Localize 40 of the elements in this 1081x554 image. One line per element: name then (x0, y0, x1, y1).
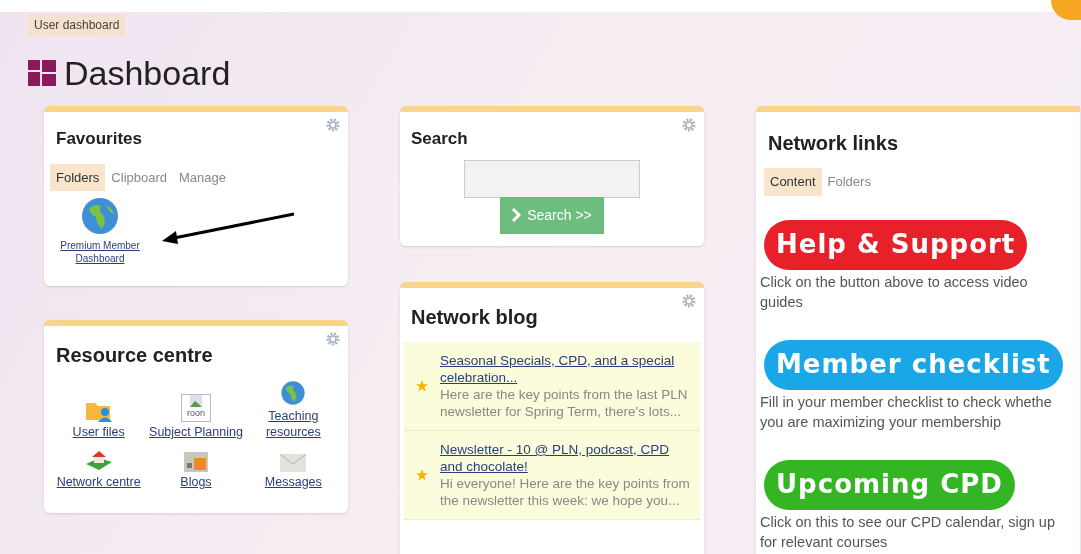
settings-icon[interactable] (682, 294, 696, 308)
breadcrumb-label: User dashboard (28, 14, 126, 36)
resource-link[interactable]: Blogs (180, 474, 212, 490)
folder-user-icon (84, 400, 113, 422)
alt-text: roon (186, 407, 205, 419)
globe-icon (81, 197, 119, 235)
settings-icon[interactable] (326, 332, 340, 346)
tab[interactable]: Manage (173, 163, 232, 191)
search-field[interactable] (464, 159, 640, 198)
resource-link[interactable]: Subject Planning (149, 424, 243, 440)
link-button[interactable]: Help & Support (764, 219, 1028, 270)
resource-link[interactable]: Teaching resources (244, 408, 342, 440)
page-title: Dashboard (64, 56, 231, 90)
post-link[interactable]: Newsletter - 10 @ PLN, podcast, CPD and chocolate! (440, 441, 694, 475)
post-link[interactable]: Seasonal Specials, CPD, and a special celebration... (440, 352, 694, 386)
tab[interactable]: Folders (50, 163, 106, 191)
envelope-icon (280, 454, 307, 472)
card-title: Search (411, 128, 468, 150)
link-description: Fill in your member checklist to check whethe you are maximizing your membership (760, 392, 1053, 432)
settings-icon[interactable] (682, 118, 696, 132)
globe-icon (280, 380, 307, 406)
card-title: Resource centre (56, 343, 213, 368)
chevron-icon (512, 208, 522, 222)
post-excerpt: Hi everyone! Here are the key points from the newsletter this week: we hope you... (440, 475, 691, 509)
link-description: Click on the button above to access video guides (760, 272, 1029, 312)
settings-icon[interactable] (326, 118, 340, 132)
card-title: Network links (767, 131, 900, 156)
favourite-link[interactable]: Premium Member Dashboard (50, 239, 150, 265)
dashboard-icon (28, 60, 56, 86)
card-title: Network blog (411, 305, 538, 330)
link-description: Click on this to see our CPD calendar, sign up for relevant courses (760, 512, 1056, 552)
card-title: Favourites (56, 128, 142, 150)
tab[interactable]: Clipboard (105, 163, 173, 191)
resource-link[interactable]: Network centre (56, 474, 141, 490)
tab[interactable]: Content (764, 168, 822, 196)
resource-link[interactable]: User files (72, 424, 125, 440)
post-excerpt: Here are the key points from the last PLN newsletter for Spring Term, there's lots... (440, 386, 689, 420)
image-icon (190, 395, 202, 407)
tab[interactable]: Folders (821, 168, 877, 196)
resource-link[interactable]: Messages (264, 474, 322, 490)
